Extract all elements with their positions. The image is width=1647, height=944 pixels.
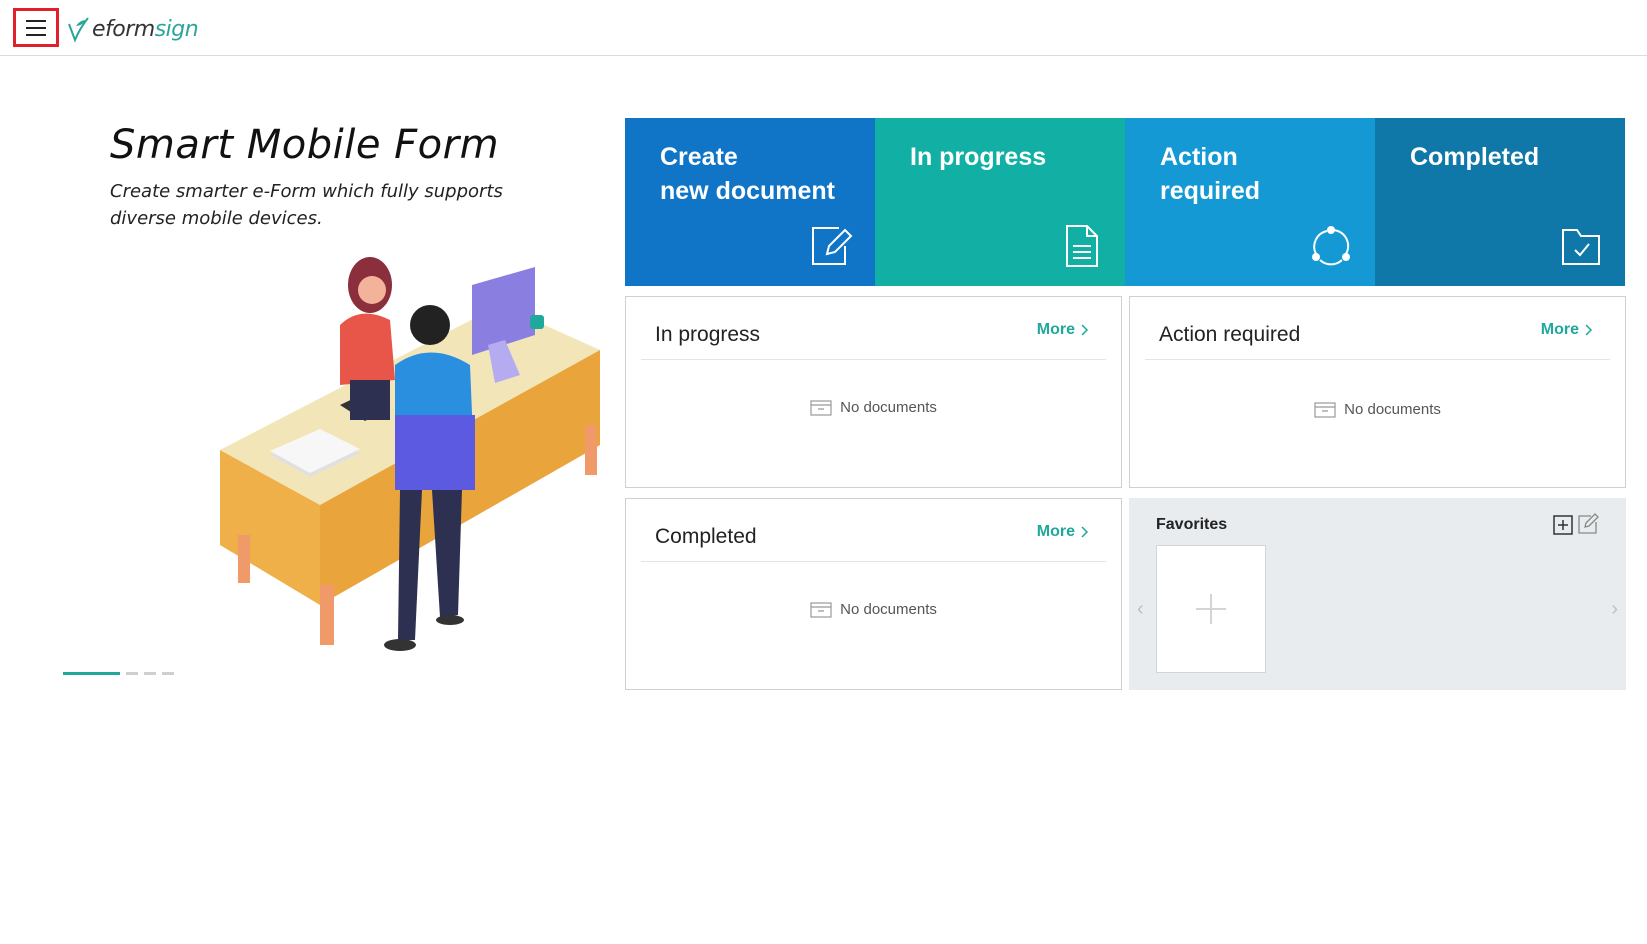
plus-icon bbox=[1196, 594, 1226, 624]
action-required-panel: Action required More No documents bbox=[1129, 296, 1626, 488]
carousel-dot-1[interactable] bbox=[63, 672, 120, 675]
more-label: More bbox=[1036, 321, 1075, 338]
favorites-prev-arrow[interactable]: ‹ bbox=[1137, 598, 1144, 621]
inbox-icon bbox=[810, 601, 832, 618]
in-progress-panel: In progress More No documents bbox=[625, 296, 1122, 488]
menu-button[interactable] bbox=[13, 8, 59, 47]
tile-label: In progress bbox=[910, 143, 1047, 171]
empty-text: No documents bbox=[840, 399, 937, 416]
office-illustration bbox=[220, 257, 600, 651]
hero-subtitle: Create smarter e-Form which fully suppor… bbox=[110, 181, 503, 229]
chevron-right-icon bbox=[1081, 324, 1089, 336]
create-new-document-tile[interactable]: Create new document bbox=[625, 118, 875, 286]
add-favorite-card[interactable] bbox=[1156, 545, 1266, 673]
completed-tile[interactable]: Completed bbox=[1375, 118, 1625, 286]
plus-square-icon[interactable] bbox=[1553, 515, 1573, 535]
tile-label: Create new document bbox=[660, 143, 836, 205]
empty-state: No documents bbox=[626, 399, 1121, 416]
empty-text: No documents bbox=[1344, 401, 1441, 418]
favorites-next-arrow[interactable]: › bbox=[1611, 598, 1618, 621]
document-icon bbox=[1066, 225, 1098, 267]
more-label: More bbox=[1036, 523, 1075, 540]
status-tiles: Create new document In progress Action r… bbox=[625, 118, 1625, 286]
panel-title: Action required bbox=[1159, 323, 1301, 346]
in-progress-more-link[interactable]: More bbox=[1037, 321, 1089, 339]
carousel-indicator[interactable] bbox=[63, 672, 174, 675]
in-progress-tile[interactable]: In progress bbox=[875, 118, 1125, 286]
empty-text: No documents bbox=[840, 601, 937, 618]
favorites-title: Favorites bbox=[1156, 516, 1228, 533]
logo-text: eformsign bbox=[92, 16, 199, 42]
carousel-dot-4[interactable] bbox=[162, 672, 174, 675]
tile-label: Completed bbox=[1410, 143, 1540, 171]
folder-check-icon bbox=[1562, 229, 1600, 265]
completed-more-link[interactable]: More bbox=[1037, 523, 1089, 541]
edit-document-icon bbox=[812, 227, 853, 265]
panel-title: Completed bbox=[655, 525, 757, 548]
favorites-panel: Favorites ‹ › bbox=[1129, 498, 1626, 690]
inbox-icon bbox=[1314, 401, 1336, 418]
empty-state: No documents bbox=[1130, 401, 1625, 418]
carousel-dot-3[interactable] bbox=[144, 672, 156, 675]
inbox-icon bbox=[810, 399, 832, 416]
top-header: eformsign bbox=[0, 0, 1647, 56]
action-required-more-link[interactable]: More bbox=[1541, 321, 1593, 339]
more-label: More bbox=[1540, 321, 1579, 338]
edit-icon[interactable] bbox=[1577, 513, 1599, 535]
cycle-icon bbox=[1312, 226, 1350, 266]
hero-title: Smart Mobile Form bbox=[110, 122, 500, 168]
divider bbox=[641, 359, 1106, 360]
divider bbox=[641, 561, 1106, 562]
tile-label: Action required bbox=[1160, 143, 1261, 205]
eformsign-logo[interactable]: eformsign bbox=[66, 12, 199, 46]
carousel-dot-2[interactable] bbox=[126, 672, 138, 675]
divider bbox=[1145, 359, 1610, 360]
chevron-right-icon bbox=[1081, 526, 1089, 538]
completed-panel: Completed More No documents bbox=[625, 498, 1122, 690]
chevron-right-icon bbox=[1585, 324, 1593, 336]
leaf-logo-icon bbox=[68, 17, 89, 43]
hamburger-menu-icon bbox=[26, 19, 46, 36]
empty-state: No documents bbox=[626, 601, 1121, 618]
panel-title: In progress bbox=[655, 323, 761, 346]
action-required-tile[interactable]: Action required bbox=[1125, 118, 1375, 286]
